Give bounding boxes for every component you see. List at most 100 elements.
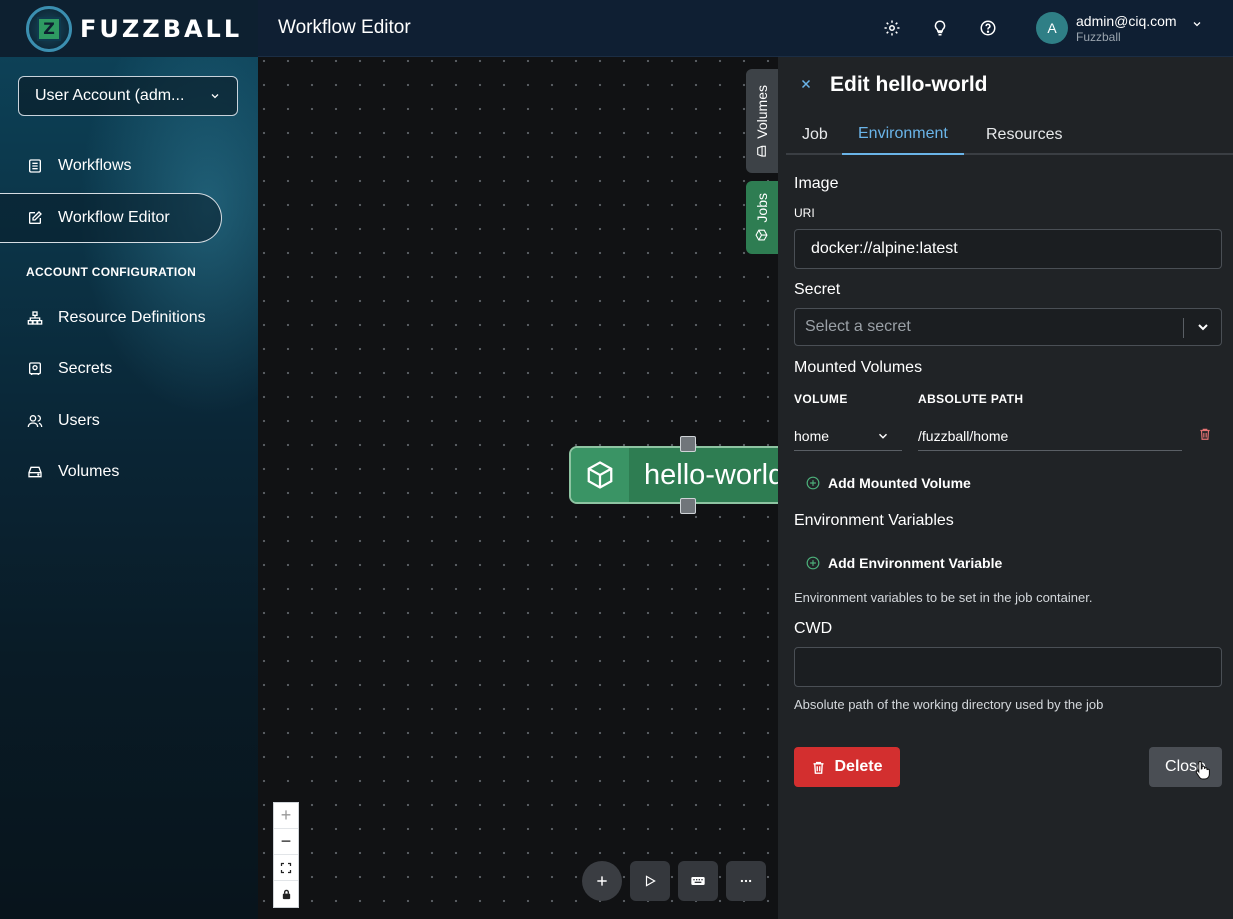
- volume-select-value: home: [794, 427, 830, 444]
- more-options-button[interactable]: [726, 861, 766, 901]
- node-label: hello-world: [644, 458, 785, 491]
- pointer-cursor-icon: [1195, 760, 1210, 780]
- user-menu[interactable]: A admin@ciq.com Fuzzball: [1036, 12, 1203, 44]
- add-mounted-volume-button[interactable]: Add Mounted Volume: [806, 475, 971, 491]
- volume-select[interactable]: home: [794, 421, 902, 451]
- fuzzball-logo-icon: Z: [26, 5, 72, 52]
- lock-icon: [282, 889, 290, 899]
- uri-input[interactable]: docker://alpine:latest: [794, 229, 1222, 269]
- tab-job[interactable]: Job: [786, 114, 844, 155]
- image-heading: Image: [794, 175, 839, 192]
- keyboard-button[interactable]: [678, 861, 718, 901]
- brand[interactable]: Z FUZZBALL: [0, 0, 258, 57]
- close-icon[interactable]: [796, 74, 816, 94]
- panel-tabs: Job Environment Resources: [786, 114, 1233, 155]
- play-icon: [645, 875, 656, 887]
- jobs-side-tab[interactable]: Jobs: [746, 181, 778, 254]
- sidebar-item-resource-definitions[interactable]: Resource Definitions: [0, 293, 222, 343]
- absolute-path-input[interactable]: /fuzzball/home: [918, 421, 1182, 451]
- add-env-variable-button[interactable]: Add Environment Variable: [806, 555, 1002, 571]
- cwd-input[interactable]: [794, 647, 1222, 687]
- zoom-in-button[interactable]: +: [274, 803, 298, 829]
- chevron-down-icon: [211, 94, 219, 99]
- account-select[interactable]: User Account (adm...: [18, 76, 238, 116]
- cube-icon: [571, 448, 629, 502]
- sidebar-item-volumes[interactable]: Volumes: [0, 447, 222, 497]
- add-circle-icon: [806, 476, 820, 490]
- secret-select[interactable]: Select a secret: [794, 308, 1222, 346]
- path-column-header: ABSOLUTE PATH: [918, 392, 1024, 406]
- account-select-value: User Account (adm...: [35, 87, 185, 104]
- fit-view-icon: [280, 862, 292, 873]
- secret-heading: Secret: [794, 281, 841, 298]
- add-circle-icon: [806, 556, 820, 570]
- volumes-tab-label: Volumes: [754, 84, 770, 139]
- close-button[interactable]: Close: [1149, 747, 1222, 787]
- drive-icon: [757, 145, 767, 157]
- delete-label: Delete: [834, 758, 883, 775]
- add-mounted-volume-label: Add Mounted Volume: [828, 475, 971, 491]
- env-vars-heading: Environment Variables: [794, 512, 954, 529]
- zoom-out-button[interactable]: −: [274, 829, 298, 855]
- delete-button[interactable]: Delete: [794, 747, 900, 787]
- env-help-text: Environment variables to be set in the j…: [794, 590, 1093, 605]
- node-input-handle[interactable]: [680, 436, 696, 452]
- sidebar-item-secrets[interactable]: Secrets: [0, 344, 222, 394]
- tab-resources[interactable]: Resources: [970, 114, 1078, 155]
- sidebar-item-label: Users: [58, 412, 100, 429]
- sidebar-item-label: Workflow Editor: [58, 209, 170, 226]
- trash-icon: [813, 761, 824, 774]
- keyboard-icon: [691, 877, 705, 885]
- drive-icon: [26, 463, 44, 481]
- remove-volume-button[interactable]: [1198, 427, 1212, 446]
- user-org: Fuzzball: [1076, 29, 1121, 44]
- top-bar: Z FUZZBALL Workflow Editor A admin@ciq.c…: [0, 0, 1233, 57]
- workflow-node[interactable]: hello-world: [569, 446, 789, 504]
- cube-icon: [755, 229, 769, 241]
- chevron-down-icon: [1193, 22, 1201, 27]
- avatar: A: [1036, 12, 1068, 44]
- volumes-side-tab[interactable]: Volumes: [746, 69, 778, 173]
- secret-icon: [26, 360, 44, 378]
- volume-column-header: VOLUME: [794, 392, 848, 406]
- sidebar: User Account (adm... Workflows Workflow …: [0, 57, 258, 919]
- section-label: ACCOUNT CONFIGURATION: [26, 265, 197, 279]
- sidebar-item-label: Secrets: [58, 360, 113, 377]
- sidebar-item-users[interactable]: Users: [0, 396, 222, 446]
- sidebar-item-label: Resource Definitions: [58, 309, 206, 326]
- add-env-variable-label: Add Environment Variable: [828, 555, 1003, 571]
- sidebar-item-workflows[interactable]: Workflows: [0, 141, 222, 191]
- fit-view-button[interactable]: [274, 855, 298, 881]
- plus-icon: [597, 876, 607, 886]
- zoom-controls: + −: [273, 802, 299, 908]
- sidebar-item-label: Workflows: [58, 157, 132, 174]
- secret-placeholder: Select a secret: [805, 318, 911, 335]
- user-email: admin@ciq.com: [1076, 12, 1177, 29]
- brand-name: FUZZBALL: [80, 14, 243, 43]
- list-icon: [26, 157, 44, 175]
- hierarchy-icon: [26, 309, 44, 327]
- node-output-handle[interactable]: [680, 498, 696, 514]
- sidebar-item-label: Volumes: [58, 463, 120, 480]
- sidebar-item-workflow-editor[interactable]: Workflow Editor: [0, 193, 222, 243]
- help-icon[interactable]: [976, 16, 1000, 40]
- jobs-tab-label: Jobs: [754, 193, 770, 223]
- trash-icon: [1200, 428, 1210, 440]
- chevron-down-icon: [878, 433, 888, 439]
- chevron-down-icon: [1198, 324, 1208, 331]
- page-title: Workflow Editor: [278, 17, 411, 38]
- gear-icon[interactable]: [880, 16, 904, 40]
- canvas-toolbar: [582, 861, 766, 901]
- users-icon: [26, 412, 44, 430]
- panel-title: Edit hello-world: [830, 73, 988, 96]
- mounted-volumes-heading: Mounted Volumes: [794, 359, 923, 376]
- cwd-help-text: Absolute path of the working directory u…: [794, 697, 1104, 712]
- uri-label: URI: [794, 206, 815, 220]
- lock-button[interactable]: [274, 881, 298, 907]
- tab-environment[interactable]: Environment: [842, 114, 964, 155]
- more-icon: [740, 879, 752, 883]
- add-node-button[interactable]: [582, 861, 622, 901]
- lightbulb-icon[interactable]: [928, 16, 952, 40]
- run-button[interactable]: [630, 861, 670, 901]
- cwd-heading: CWD: [794, 620, 833, 637]
